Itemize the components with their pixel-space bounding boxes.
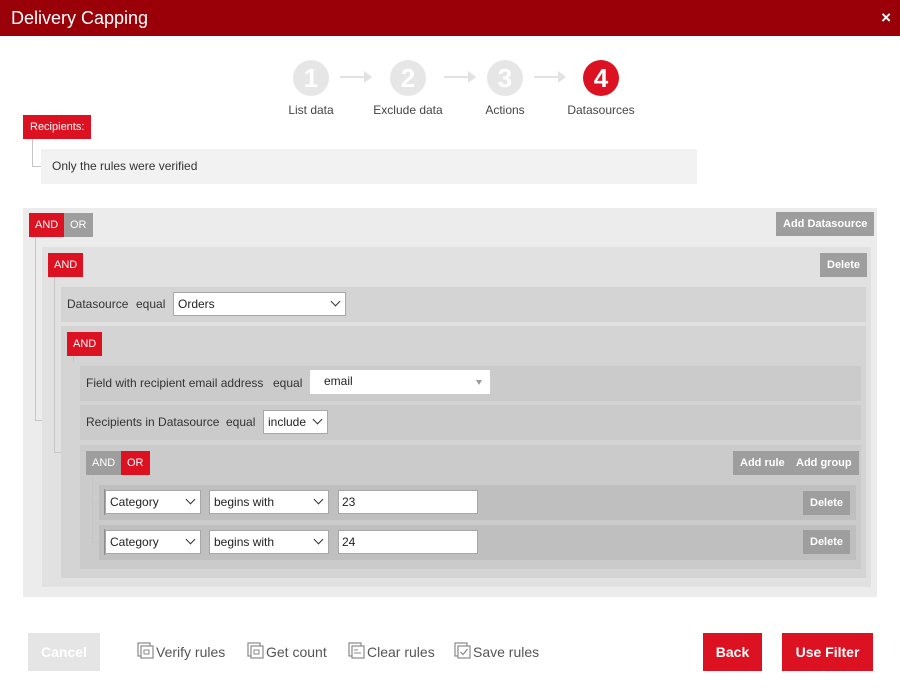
delete-datasource-group-button[interactable]: Delete: [820, 253, 868, 277]
step-label: Actions: [485, 103, 525, 117]
tree-connector: [54, 452, 61, 453]
save-rules-icon: [454, 642, 471, 664]
tree-connector: [54, 277, 55, 452]
inner-group-and-toggle[interactable]: AND: [67, 332, 103, 356]
chevron-down-icon: [313, 494, 324, 505]
step-actions[interactable]: 3 Actions: [477, 60, 533, 117]
step-number: 4: [583, 60, 619, 96]
step-number: 3: [487, 60, 523, 96]
condition-operator-select[interactable]: begins with: [209, 530, 329, 554]
select-value: Category: [110, 495, 159, 509]
rule-field-label: Datasource: [67, 297, 129, 311]
get-count-label: Get count: [266, 644, 327, 660]
verify-rules-link[interactable]: Verify rules: [137, 642, 225, 662]
condition-value-input[interactable]: 23: [338, 490, 478, 514]
root-and-toggle[interactable]: AND: [29, 213, 65, 237]
rule-operator-label: equal: [273, 376, 303, 390]
dialog-title: Delivery Capping: [11, 8, 149, 28]
condition-operator-select[interactable]: begins with: [209, 490, 329, 514]
category-group-or-toggle[interactable]: OR: [121, 451, 150, 475]
chevron-down-icon: [313, 534, 324, 545]
include-select[interactable]: include: [263, 410, 328, 434]
cancel-button[interactable]: Cancel: [28, 633, 100, 671]
verify-rules-icon: [137, 642, 154, 664]
chevron-down-icon: [312, 414, 323, 425]
arrow-right-icon: [340, 71, 372, 83]
root-or-toggle[interactable]: OR: [64, 213, 93, 237]
datasource-select[interactable]: Orders: [173, 292, 346, 316]
tree-connector: [35, 237, 36, 420]
tree-connector: [73, 356, 74, 362]
verification-message: Only the rules were verified: [41, 149, 697, 184]
rule-operator-label: equal: [136, 297, 166, 311]
email-field-select[interactable]: email: [310, 370, 490, 394]
rule-operator-label: equal: [226, 415, 256, 429]
tree-connector: [92, 502, 99, 503]
close-icon[interactable]: ×: [881, 8, 891, 28]
clear-rules-label: Clear rules: [367, 644, 435, 660]
select-value: include: [268, 415, 307, 429]
back-button[interactable]: Back: [703, 633, 762, 671]
step-list-data[interactable]: 1 List data: [283, 60, 339, 117]
get-count-icon: [247, 642, 264, 664]
dialog-header: Delivery Capping ×: [0, 0, 900, 36]
tree-connector: [92, 475, 93, 542]
condition-field-select[interactable]: Category: [105, 530, 201, 554]
select-value: Category: [110, 535, 159, 549]
tree-connector: [92, 542, 99, 543]
verify-rules-label: Verify rules: [156, 644, 226, 660]
step-exclude-data[interactable]: 2 Exclude data: [370, 60, 446, 117]
add-datasource-button[interactable]: Add Datasource: [776, 212, 875, 236]
add-group-button[interactable]: Add group: [789, 451, 859, 475]
clear-rules-link[interactable]: Clear rules: [348, 642, 435, 662]
caret-down-icon: [476, 380, 482, 385]
chevron-down-icon: [330, 296, 341, 307]
save-rules-label: Save rules: [473, 644, 540, 660]
rule-field-label: Recipients in Datasource: [86, 415, 220, 429]
step-datasources[interactable]: 4 Datasources: [563, 60, 639, 117]
save-rules-link[interactable]: Save rules: [454, 642, 539, 662]
step-label: Exclude data: [373, 103, 443, 117]
step-label: List data: [288, 103, 334, 117]
tree-connector: [32, 139, 33, 166]
delete-condition-button[interactable]: Delete: [803, 491, 851, 515]
select-value: Orders: [178, 297, 215, 311]
use-filter-button[interactable]: Use Filter: [782, 633, 873, 671]
recipients-label: Recipients:: [23, 115, 92, 139]
add-rule-button[interactable]: Add rule: [733, 451, 792, 475]
category-group-and-toggle[interactable]: AND: [86, 451, 122, 475]
chevron-down-icon: [185, 494, 196, 505]
step-label: Datasources: [567, 103, 635, 117]
step-number: 1: [293, 60, 329, 96]
arrow-right-icon: [444, 71, 476, 83]
condition-value-input[interactable]: 24: [338, 530, 478, 554]
datasource-group-and-toggle[interactable]: AND: [48, 253, 84, 277]
chevron-down-icon: [185, 534, 196, 545]
rule-field-label: Field with recipient email address: [86, 376, 264, 390]
condition-field-select[interactable]: Category: [105, 490, 201, 514]
delete-condition-button[interactable]: Delete: [803, 530, 851, 554]
clear-rules-icon: [348, 642, 365, 664]
tree-connector: [32, 166, 41, 167]
get-count-link[interactable]: Get count: [247, 642, 327, 662]
step-number: 2: [390, 60, 426, 96]
select-value: email: [324, 374, 353, 388]
select-value: begins with: [214, 535, 275, 549]
select-value: begins with: [214, 495, 275, 509]
arrow-right-icon: [534, 71, 566, 83]
tree-connector: [35, 420, 42, 421]
